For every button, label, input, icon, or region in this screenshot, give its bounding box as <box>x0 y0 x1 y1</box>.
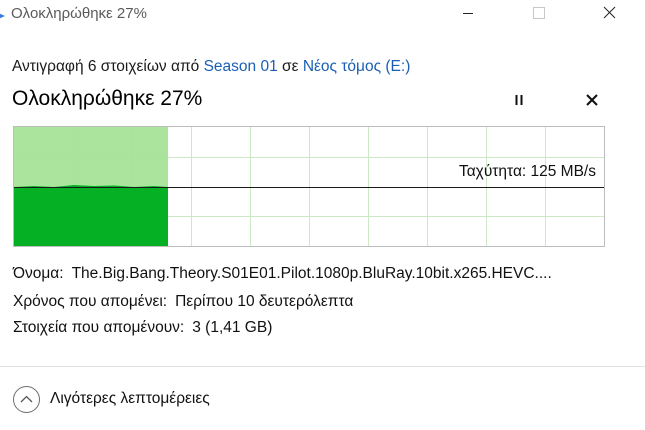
pause-button[interactable] <box>505 89 533 115</box>
close-icon <box>603 6 616 24</box>
cancel-button[interactable] <box>578 89 606 115</box>
close-button[interactable] <box>586 0 632 30</box>
transfer-speed-graph: Ταχύτητα: 125 MB/s <box>13 126 605 247</box>
footer-divider <box>0 366 645 367</box>
speed-graph-canvas <box>14 127 604 246</box>
time-remaining-value: Περίπου 10 δευτερόλεπτα <box>175 293 354 310</box>
maximize-button <box>516 0 562 30</box>
pause-icon <box>514 93 524 111</box>
title-bar: Ολοκληρώθηκε 27% <box>0 0 645 30</box>
window-title: Ολοκληρώθηκε 27% <box>11 5 147 22</box>
minimize-icon <box>462 6 474 24</box>
file-name-value: The.Big.Bang.Theory.S01E01.Pilot.1080p.B… <box>71 265 552 282</box>
items-remaining-row: Στοιχεία που απομένουν: 3 (1,41 GB) <box>13 319 272 337</box>
chevron-up-icon <box>13 385 40 413</box>
speed-label: Ταχύτητα: 125 MB/s <box>458 163 596 180</box>
time-remaining-row: Χρόνος που απομένει: Περίπου 10 δευτερόλε… <box>13 293 353 311</box>
items-remaining-label: Στοιχεία που απομένουν: <box>13 319 185 336</box>
fewer-details-toggle[interactable]: Λιγότερες λεπτομέρειες <box>13 384 210 414</box>
copy-connector: σε <box>282 58 299 75</box>
items-remaining-value: 3 (1,41 GB) <box>192 319 273 336</box>
minimize-button[interactable] <box>445 0 491 30</box>
file-name-label: Όνομα: <box>13 265 64 282</box>
cancel-icon <box>586 93 598 111</box>
graph-throughput-area <box>14 185 168 246</box>
file-name-row: Όνομα: The.Big.Bang.Theory.S01E01.Pilot.1… <box>13 265 552 283</box>
copy-description: Αντιγραφή 6 στοιχείων από Season 01 σε Ν… <box>12 58 410 76</box>
fewer-details-label: Λιγότερες λεπτομέρειες <box>50 390 210 407</box>
maximize-icon <box>533 6 545 24</box>
copy-window-icon <box>0 9 8 21</box>
destination-drive-link[interactable]: Νέος τόμος (E:) <box>303 58 411 75</box>
copy-prefix: Αντιγραφή 6 στοιχείων από <box>12 58 200 75</box>
progress-heading: Ολοκληρώθηκε 27% <box>12 87 203 110</box>
source-folder-link[interactable]: Season 01 <box>204 58 278 75</box>
time-remaining-label: Χρόνος που απομένει: <box>13 293 168 310</box>
